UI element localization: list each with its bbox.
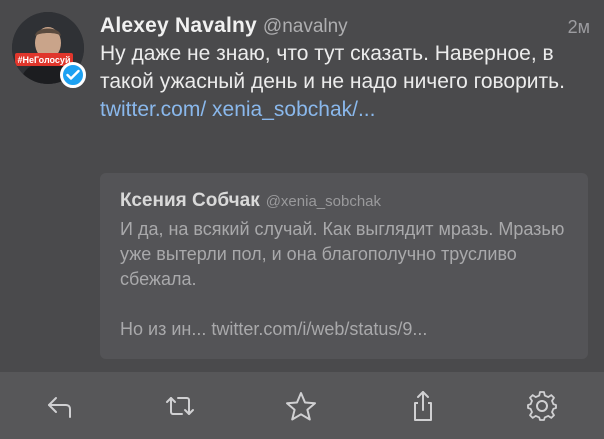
quoted-more-link[interactable]: Но из ин... twitter.com/i/web/status/9..…	[120, 319, 427, 340]
quoted-tweet[interactable]: Ксения Собчак @xenia_sobchak И да, на вся…	[100, 173, 588, 359]
settings-gear-icon	[527, 391, 557, 421]
author-handle[interactable]: @navalny	[263, 16, 348, 37]
like-button[interactable]	[279, 386, 323, 426]
retweet-button[interactable]	[158, 386, 202, 426]
quoted-text: И да, на всякий случай. Как выглядит мра…	[120, 219, 565, 289]
avatar-badge-text: #НеГолосуй	[18, 55, 71, 65]
reply-icon	[48, 397, 71, 418]
reply-button[interactable]	[38, 386, 82, 426]
tweet-time: 2м	[567, 17, 590, 37]
tweet-link[interactable]: twitter.com/ xenia_sobchak/...	[100, 98, 375, 121]
share-icon	[414, 391, 432, 421]
author-name[interactable]: Alexey Navalny	[100, 14, 257, 37]
tweet[interactable]: #НеГолосуй Alexey Navalny @navalny 2м Ну …	[0, 0, 604, 372]
share-button[interactable]	[401, 386, 445, 426]
quoted-author-name: Ксения Собчак	[120, 190, 260, 211]
action-toolbar	[0, 372, 604, 439]
like-star-icon	[286, 392, 316, 421]
settings-button[interactable]	[520, 386, 564, 426]
retweet-icon	[166, 397, 194, 415]
verified-badge-icon	[60, 62, 86, 88]
tweet-header: Alexey Navalny @navalny 2м	[100, 14, 590, 42]
tweet-body: Ну даже не знаю, что тут сказать. Наверн…	[100, 42, 565, 93]
tweet-text: Ну даже не знаю, что тут сказать. Наверн…	[100, 40, 590, 124]
quoted-author-handle: @xenia_sobchak	[265, 193, 382, 210]
quoted-author: Ксения Собчак @xenia_sobchak	[120, 190, 381, 212]
